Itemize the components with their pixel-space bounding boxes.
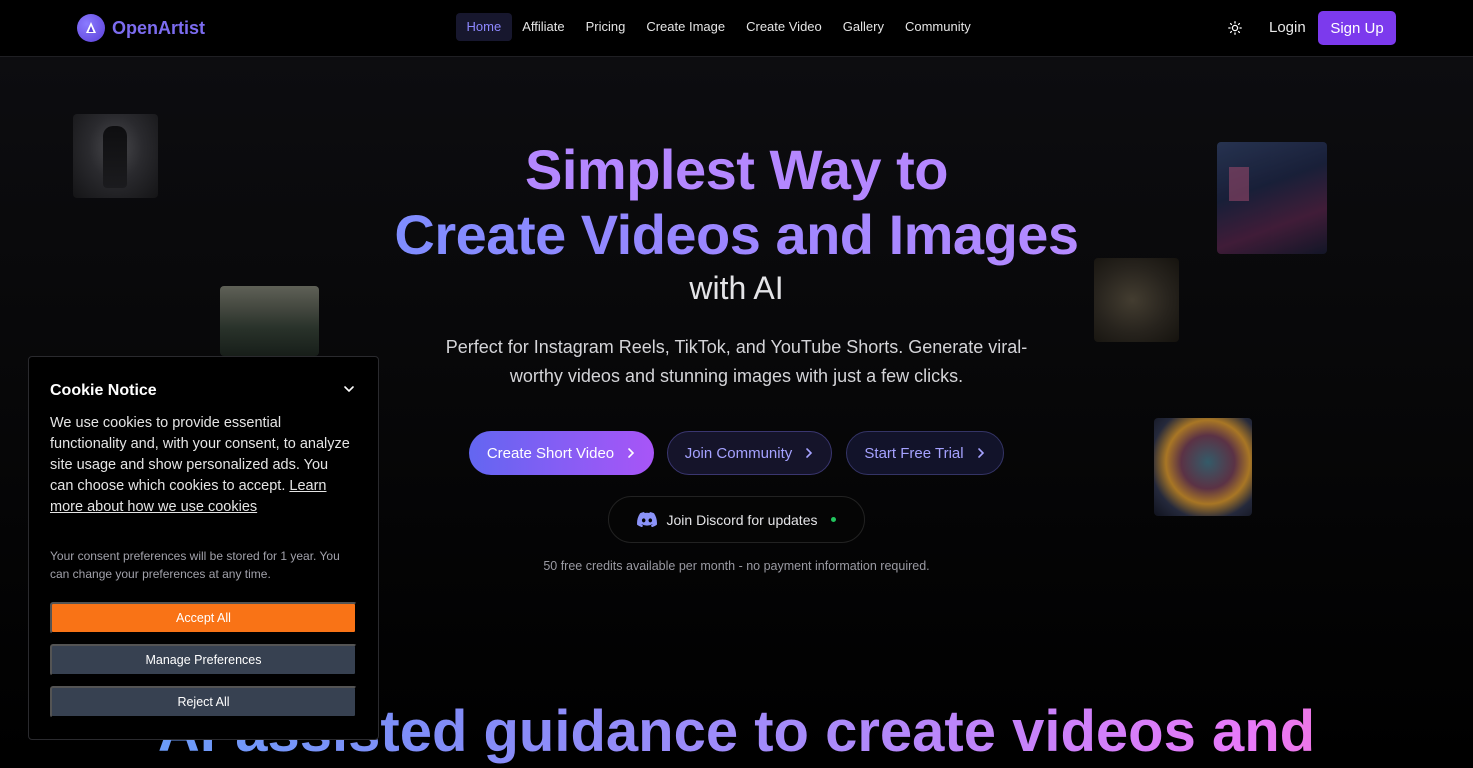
nav-item-home[interactable]: Home	[456, 13, 512, 41]
hero-title-line-1: Simplest Way to	[525, 138, 948, 201]
discord-button[interactable]: Join Discord for updates	[608, 496, 865, 543]
brand-logo[interactable]: OpenArtist	[77, 14, 205, 42]
nav-item-create-image[interactable]: Create Image	[636, 13, 736, 41]
manage-preferences-button[interactable]: Manage Preferences	[50, 644, 357, 676]
chevron-right-icon	[977, 448, 984, 458]
start-free-trial-label: Start Free Trial	[864, 444, 964, 462]
cookie-notice-title: Cookie Notice	[50, 382, 157, 399]
hero-subtitle: Perfect for Instagram Reels, TikTok, and…	[445, 337, 1028, 386]
hero-title-line-3: with AI	[689, 270, 784, 306]
brand-name: OpenArtist	[112, 17, 206, 38]
hero-title-line-2-text: Create Videos and Images	[394, 203, 1079, 266]
create-short-video-label: Create Short Video	[486, 444, 615, 462]
nav-item-pricing[interactable]: Pricing	[575, 13, 636, 41]
nav-item-community[interactable]: Community	[894, 13, 981, 41]
main-nav: Home Affiliate Pricing Create Image Crea…	[456, 13, 981, 41]
collapse-button[interactable]	[341, 381, 357, 397]
discord-icon	[636, 512, 657, 527]
create-short-video-button[interactable]: Create Short Video	[469, 431, 654, 475]
nav-item-affiliate[interactable]: Affiliate	[512, 13, 575, 41]
site-header: OpenArtist Home Affiliate Pricing Create…	[0, 0, 1473, 57]
consent-retention-text: Your consent preferences will be stored …	[50, 549, 340, 581]
logo-icon	[77, 14, 105, 42]
chevron-down-icon	[344, 386, 354, 393]
sun-icon	[1227, 20, 1242, 35]
theme-toggle-button[interactable]	[1224, 17, 1245, 38]
chevron-right-icon	[628, 448, 635, 458]
join-community-label: Join Community	[684, 444, 793, 462]
hero-title-line-2: Create Videos and Images	[0, 203, 1473, 267]
start-free-trial-button[interactable]: Start Free Trial	[846, 431, 1004, 475]
signup-button[interactable]: Sign Up	[1318, 11, 1396, 45]
nav-item-create-video[interactable]: Create Video	[736, 13, 833, 41]
discord-label: Join Discord for updates	[666, 511, 818, 528]
cookie-notice-panel: Cookie Notice We use cookies to provide …	[28, 356, 379, 740]
chevron-right-icon	[806, 448, 813, 458]
reject-all-button[interactable]: Reject All	[50, 686, 357, 718]
online-status-dot	[831, 517, 837, 522]
login-link[interactable]: Login	[1269, 19, 1306, 36]
gallery-thumbnail	[1154, 418, 1252, 516]
accept-all-button[interactable]: Accept All	[50, 602, 357, 634]
cookie-notice-text: We use cookies to provide essential func…	[50, 413, 350, 518]
join-community-button[interactable]: Join Community	[667, 431, 832, 475]
nav-item-gallery[interactable]: Gallery	[832, 13, 894, 41]
